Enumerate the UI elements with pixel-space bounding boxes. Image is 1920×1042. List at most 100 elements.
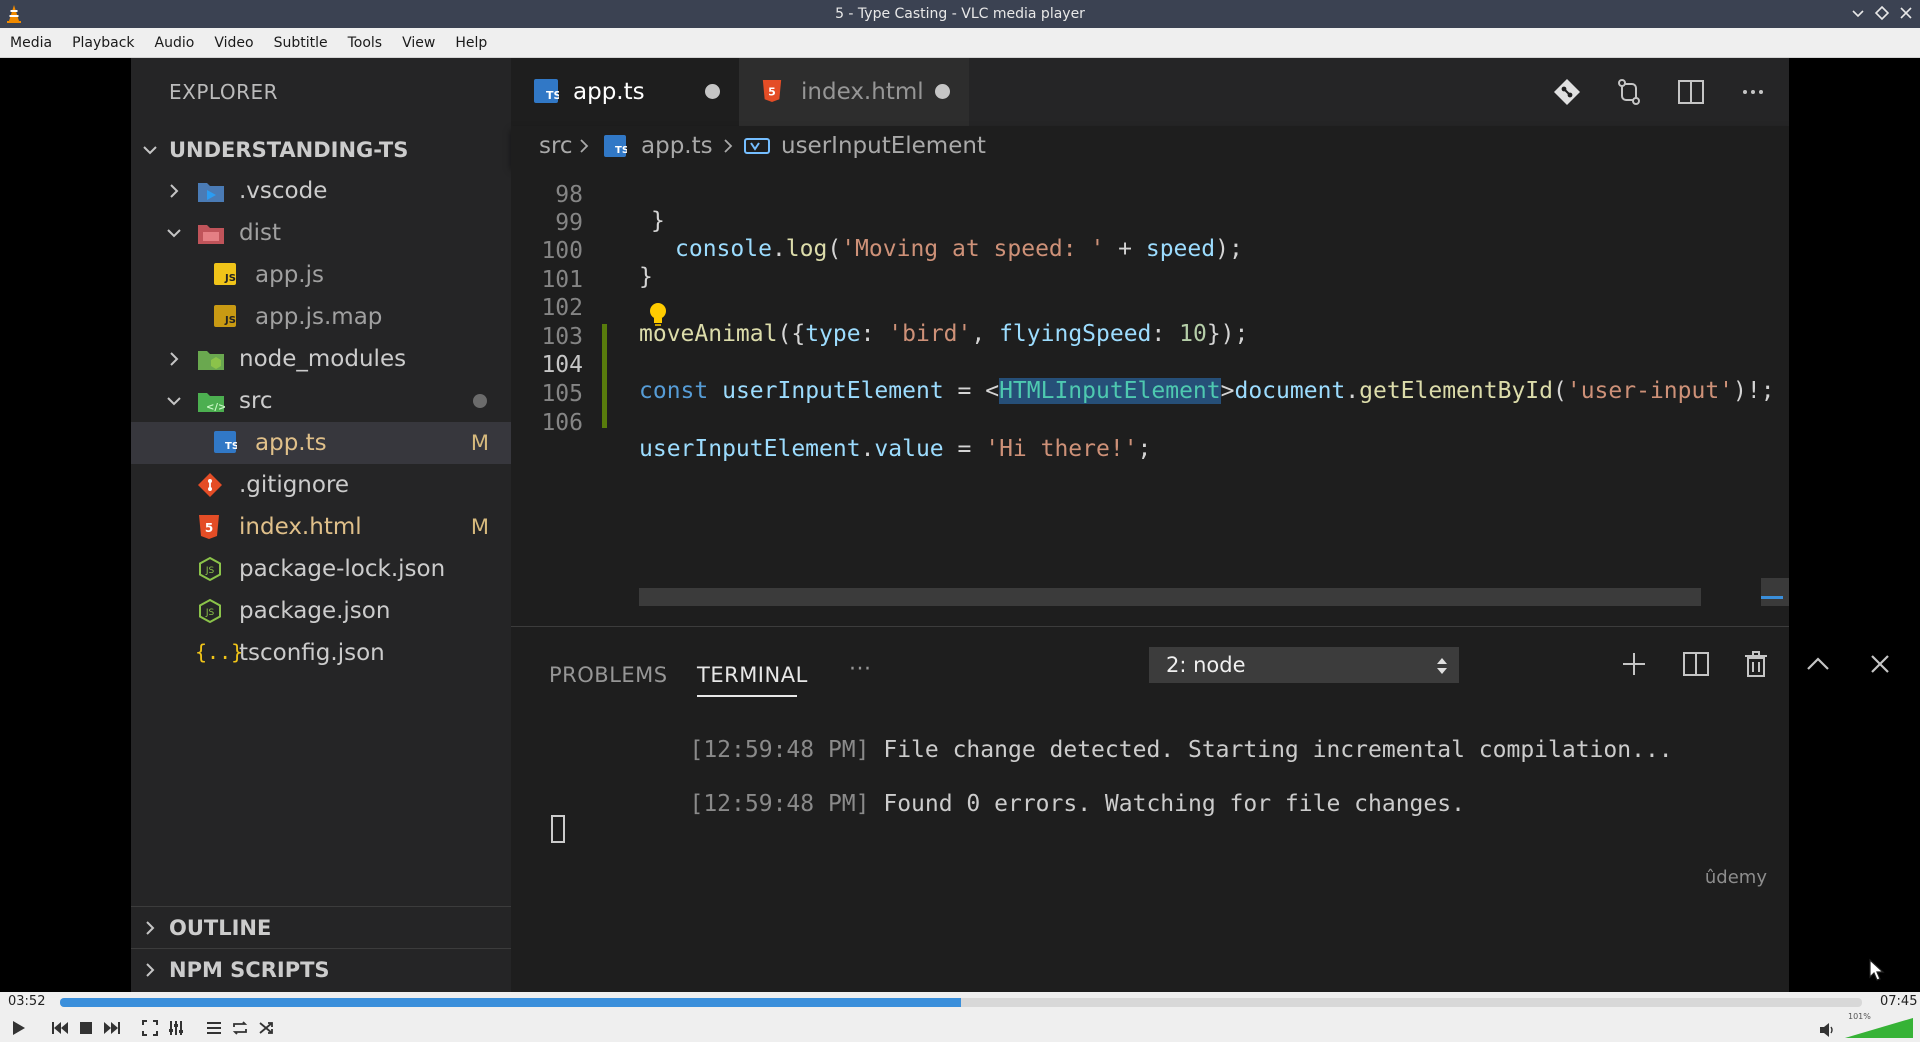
loop-icon xyxy=(232,1021,248,1035)
close-window-button[interactable] xyxy=(1898,5,1914,21)
bottom-panel: PROBLEMS TERMINAL ··· 2: node [12:59:48 … xyxy=(511,626,1889,992)
fullscreen-button[interactable] xyxy=(138,1016,162,1040)
previous-button[interactable] xyxy=(48,1016,72,1040)
seek-bar[interactable] xyxy=(60,998,1862,1007)
plus-icon[interactable] xyxy=(1619,649,1649,679)
tree-item-src: </> src xyxy=(131,380,511,422)
tab-app-ts[interactable]: TS app.ts xyxy=(511,58,739,126)
unsaved-dot[interactable] xyxy=(705,84,720,99)
chevron-down-icon xyxy=(167,229,181,238)
tree-item-label: app.js.map xyxy=(255,304,383,330)
menu-tools[interactable]: Tools xyxy=(338,35,393,51)
chevron-up-icon[interactable] xyxy=(1803,649,1833,679)
outline-label: OUTLINE xyxy=(169,915,272,940)
close-icon[interactable] xyxy=(1865,649,1895,679)
menu-subtitle[interactable]: Subtitle xyxy=(264,35,338,51)
udemy-watermark: ûdemy xyxy=(1704,867,1767,888)
minimize-button[interactable] xyxy=(1850,5,1866,21)
player-controls: 03:52 07:45 101% xyxy=(0,992,1920,1042)
html-file-icon: 5 xyxy=(762,80,782,102)
open-changes-icon[interactable] xyxy=(1613,76,1645,108)
git-compare-icon[interactable] xyxy=(1551,76,1583,108)
unsaved-dot[interactable] xyxy=(935,84,950,99)
tree-item-node-modules: node_modules xyxy=(131,338,511,380)
lightbulb-icon[interactable] xyxy=(647,301,669,329)
tree-item-label: package-lock.json xyxy=(239,556,446,582)
breadcrumb-file[interactable]: app.ts xyxy=(641,133,713,159)
seek-progress xyxy=(60,998,961,1007)
shuffle-button[interactable] xyxy=(254,1016,278,1040)
elapsed-time: 03:52 xyxy=(8,994,46,1009)
tree-item-label: tsconfig.json xyxy=(239,640,385,666)
tree-item-label: app.ts xyxy=(255,430,327,456)
tree-item-tsconfig: {..} tsconfig.json xyxy=(131,632,511,674)
tree-item-label: .gitignore xyxy=(239,472,350,498)
breadcrumb-symbol[interactable]: userInputElement xyxy=(781,133,986,159)
nodejs-file-icon: JS xyxy=(199,598,221,624)
dist-folder-open-icon xyxy=(198,225,224,244)
tab-problems[interactable]: PROBLEMS xyxy=(549,663,668,687)
outline-section[interactable]: OUTLINE xyxy=(131,906,511,948)
tab-label: index.html xyxy=(801,79,924,105)
node-folder-icon xyxy=(198,351,224,370)
restore-diamond-icon xyxy=(1874,5,1890,21)
project-folder-row: UNDERSTANDING-TS xyxy=(131,130,511,170)
more-actions-icon[interactable] xyxy=(1737,76,1769,108)
menu-audio[interactable]: Audio xyxy=(145,35,205,51)
split-editor-icon[interactable] xyxy=(1675,76,1707,108)
terminal-select-value: 2: node xyxy=(1166,653,1246,677)
tab-terminal[interactable]: TERMINAL xyxy=(697,663,808,687)
speaker-icon[interactable] xyxy=(1818,1022,1836,1038)
chevron-right-icon xyxy=(170,184,179,198)
svg-text:TS: TS xyxy=(225,441,237,452)
menu-view[interactable]: View xyxy=(392,35,445,51)
next-button[interactable] xyxy=(100,1016,124,1040)
menu-help[interactable]: Help xyxy=(445,35,497,51)
panel-more-button[interactable]: ··· xyxy=(849,657,871,682)
extended-settings-button[interactable] xyxy=(164,1016,188,1040)
tree-item-label: app.js xyxy=(255,262,324,288)
menu-video[interactable]: Video xyxy=(204,35,263,51)
tree-item-label: .vscode xyxy=(239,178,328,204)
terminal-cursor xyxy=(551,815,565,843)
loop-button[interactable] xyxy=(228,1016,252,1040)
playlist-icon xyxy=(207,1022,221,1034)
menu-media[interactable]: Media xyxy=(0,35,62,51)
svg-text:TS: TS xyxy=(615,145,627,156)
tab-index-html[interactable]: 5 index.html xyxy=(739,58,969,126)
play-button[interactable] xyxy=(6,1016,30,1040)
tree-item-package-json: JS package.json xyxy=(131,590,511,632)
window-titlebar: 5 - Type Casting - VLC media player xyxy=(0,0,1920,28)
svg-text:JS: JS xyxy=(224,273,236,284)
volume-slider[interactable] xyxy=(1845,1018,1913,1038)
chevron-down-icon xyxy=(143,146,157,155)
split-terminal-icon[interactable] xyxy=(1681,649,1711,679)
tree-item-app-ts[interactable]: TS app.ts M xyxy=(131,422,511,464)
breadcrumb-folder[interactable]: src xyxy=(539,133,573,159)
menu-playback[interactable]: Playback xyxy=(62,35,144,51)
explorer-header: EXPLORER xyxy=(169,80,278,104)
npm-scripts-section[interactable]: NPM SCRIPTS xyxy=(131,948,511,990)
vscode-folder-icon xyxy=(198,183,224,202)
tree-item-package-lock: JS package-lock.json xyxy=(131,548,511,590)
stop-button[interactable] xyxy=(74,1016,98,1040)
shuffle-icon xyxy=(259,1022,273,1034)
total-time: 07:45 xyxy=(1880,994,1918,1009)
chevron-right-icon xyxy=(146,963,155,977)
tree-item-label: package.json xyxy=(239,598,391,624)
terminal-select[interactable]: 2: node xyxy=(1149,647,1459,683)
tree-item-index-html[interactable]: 5 index.html M xyxy=(131,506,511,548)
overview-ruler-slider[interactable] xyxy=(1761,578,1789,606)
video-area[interactable]: EXPLORER UNDERSTANDING-TS .vscode dist J… xyxy=(0,58,1920,992)
active-tab-indicator xyxy=(697,695,797,697)
trash-icon[interactable] xyxy=(1741,649,1771,679)
vscode-frame: EXPLORER UNDERSTANDING-TS .vscode dist J… xyxy=(131,58,1889,992)
js-map-file-icon: JS xyxy=(214,305,236,327)
playlist-button[interactable] xyxy=(202,1016,226,1040)
maximize-button[interactable] xyxy=(1874,5,1890,21)
git-file-icon xyxy=(198,473,222,497)
code-editor[interactable]: 98 } 99 console.log('Moving at speed: ' … xyxy=(511,166,1789,606)
src-folder-icon: </> xyxy=(198,393,225,413)
window-title: 5 - Type Casting - VLC media player xyxy=(835,6,1085,22)
horizontal-scrollbar[interactable] xyxy=(639,588,1701,606)
